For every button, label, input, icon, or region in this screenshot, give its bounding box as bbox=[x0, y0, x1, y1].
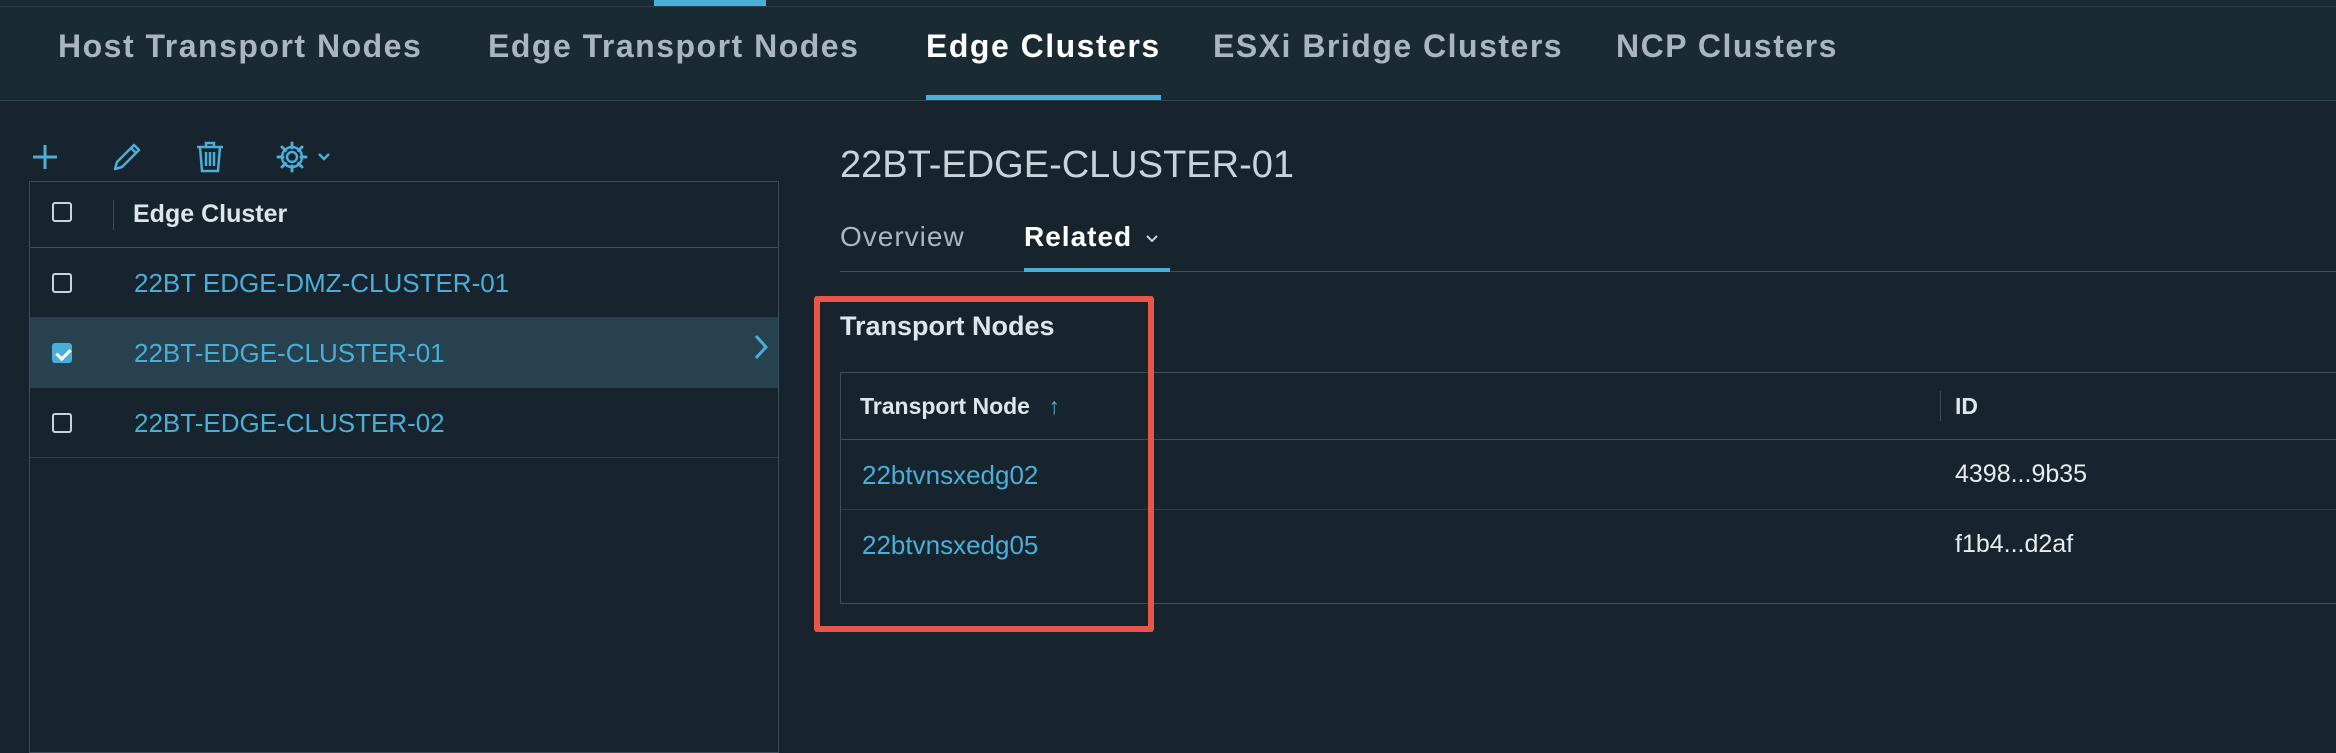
edit-button[interactable] bbox=[110, 137, 144, 177]
select-all-checkbox[interactable] bbox=[52, 202, 72, 222]
tab-overview[interactable]: Overview bbox=[840, 221, 965, 271]
edge-cluster-column-header[interactable]: Edge Cluster bbox=[133, 200, 287, 229]
chevron-down-icon bbox=[318, 153, 330, 161]
top-accent-indicator bbox=[654, 0, 766, 6]
list-item-selected[interactable]: 22BT-EDGE-CLUSTER-01 bbox=[30, 318, 778, 388]
edit-icon bbox=[113, 143, 141, 171]
edge-cluster-name[interactable]: 22BT-EDGE-CLUSTER-02 bbox=[134, 408, 445, 439]
edge-cluster-name[interactable]: 22BT-EDGE-CLUSTER-01 bbox=[134, 338, 445, 369]
tab-edge-clusters[interactable]: Edge Clusters bbox=[926, 28, 1161, 100]
gear-icon bbox=[276, 141, 308, 173]
tab-edge-transport-nodes[interactable]: Edge Transport Nodes bbox=[488, 28, 859, 100]
row-checkbox[interactable] bbox=[52, 273, 72, 293]
top-strip bbox=[0, 0, 2336, 7]
detail-tabs: Overview Related bbox=[840, 216, 2336, 272]
delete-button[interactable] bbox=[194, 137, 226, 177]
transport-node-id: f1b4...d2af bbox=[1955, 530, 2074, 558]
list-header: Edge Cluster bbox=[30, 182, 778, 248]
highlight-annotation-box bbox=[814, 296, 1154, 632]
top-navigation-bar: Host Transport Nodes Edge Transport Node… bbox=[0, 0, 2336, 101]
delete-icon bbox=[197, 141, 223, 173]
tab-related[interactable]: Related bbox=[1024, 221, 1170, 272]
add-button[interactable] bbox=[30, 137, 60, 177]
tab-related-label: Related bbox=[1024, 221, 1133, 252]
tab-esxi-bridge-clusters[interactable]: ESXi Bridge Clusters bbox=[1213, 28, 1563, 100]
add-icon bbox=[33, 145, 57, 169]
tab-host-transport-nodes[interactable]: Host Transport Nodes bbox=[58, 28, 422, 100]
header-divider bbox=[1940, 391, 1941, 421]
transport-node-id: 4398...9b35 bbox=[1955, 460, 2088, 488]
chevron-down-icon bbox=[1146, 235, 1158, 243]
page-title: 22BT-EDGE-CLUSTER-01 bbox=[840, 144, 1295, 186]
list-item[interactable]: 22BT EDGE-DMZ-CLUSTER-01 bbox=[30, 248, 778, 318]
id-column-header[interactable]: ID bbox=[1955, 393, 1978, 420]
edge-cluster-list: Edge Cluster 22BT EDGE-DMZ-CLUSTER-01 22… bbox=[29, 181, 779, 753]
edge-cluster-name[interactable]: 22BT EDGE-DMZ-CLUSTER-01 bbox=[134, 268, 509, 299]
row-checkbox-checked[interactable] bbox=[52, 343, 72, 363]
chevron-right-icon bbox=[752, 332, 770, 370]
settings-button[interactable] bbox=[274, 137, 332, 177]
tab-ncp-clusters[interactable]: NCP Clusters bbox=[1616, 28, 1838, 100]
row-checkbox[interactable] bbox=[52, 413, 72, 433]
header-divider bbox=[113, 200, 114, 230]
list-item[interactable]: 22BT-EDGE-CLUSTER-02 bbox=[30, 388, 778, 458]
